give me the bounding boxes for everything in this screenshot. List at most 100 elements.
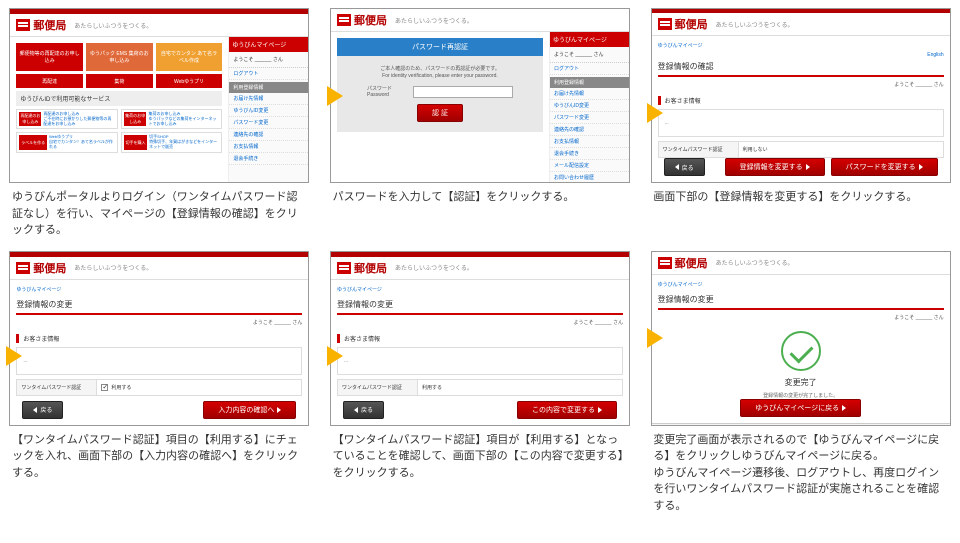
caption-2: パスワードを入力して【認証】をクリックする。	[329, 189, 632, 206]
site-name: 郵便局	[33, 17, 66, 33]
arrow-icon	[327, 346, 343, 366]
caption-1: ゆうびんポータルよりログイン（ワンタイムパスワード認証なし）を行い、マイページの…	[8, 189, 311, 239]
change-info-button[interactable]: 登録情報を変更する	[725, 158, 825, 176]
sidebar-link[interactable]: お支払情報	[550, 136, 629, 148]
submit-change-button[interactable]: この内容で変更する	[517, 401, 617, 419]
arrow-icon	[327, 86, 343, 106]
caption-5: 【ワンタイムパスワード認証】項目が【利用する】となっていることを確認して、画面下…	[329, 432, 632, 482]
arrow-icon	[647, 103, 663, 123]
service-item[interactable]: 再配達のお申し込み再配達のお申し込みご不在時にお預かりした郵便物等の再配達をお申…	[16, 109, 118, 129]
breadcrumb[interactable]: ゆうびんマイページ	[16, 286, 302, 293]
done-title: 変更完了	[658, 377, 944, 388]
otp-label: ワンタイムパスワード認証	[338, 380, 418, 395]
step-2: 郵便局 あたらしいふつうをつくる。 パスワード再認証 ご本人確認のため、パスワー…	[329, 8, 632, 239]
footer: 日本郵便株式会社 Copyright (c) JAPAN POST Co.,Lt…	[652, 423, 950, 426]
back-button[interactable]: 戻る	[22, 401, 63, 419]
step-3: 郵便局 あたらしいふつうをつくる。 ゆうびんマイページ English 登録情報…	[649, 8, 952, 239]
logout-link[interactable]: ログアウト	[550, 63, 629, 75]
auth-button[interactable]: 認 証	[417, 104, 463, 122]
page-title: 登録情報の確認	[658, 58, 944, 77]
sidebar-link[interactable]: パスワード変更	[550, 112, 629, 124]
jp-mark-icon	[658, 18, 672, 30]
sidebar-link[interactable]: お問い合わせ履歴	[550, 172, 629, 183]
sidebar-link[interactable]: パスワード変更	[229, 117, 308, 129]
service-item[interactable]: ラベルを作るWebゆうプリ自宅でカンタン！あて名ラベルが作れる	[16, 132, 118, 152]
user-greeting: ようこそ ______ さん	[337, 319, 623, 326]
user-greeting: ようこそ ______ さん	[16, 319, 302, 326]
back-button[interactable]: 戻る	[664, 158, 705, 176]
user-greeting: ようこそ ______ さん	[658, 314, 944, 321]
step-4: 郵便局 あたらしいふつうをつくる。 ゆうびんマイページ 登録情報の変更 ようこそ…	[8, 251, 311, 515]
page-title: 登録情報の変更	[658, 291, 944, 310]
screenshot-2: 郵便局 あたらしいふつうをつくる。 パスワード再認証 ご本人確認のため、パスワー…	[330, 8, 630, 183]
arrow-icon	[6, 346, 22, 366]
sidebar-link[interactable]: お支払情報	[229, 141, 308, 153]
page-title: 登録情報の変更	[16, 296, 302, 315]
logout-link[interactable]: ログアウト	[229, 68, 308, 80]
section-heading: お客さま情報	[337, 334, 623, 343]
screenshot-6: 郵便局 あたらしいふつうをつくる。 ゆうびんマイページ 登録情報の変更 ようこそ…	[651, 251, 951, 426]
otp-checkbox-label: 利用する	[111, 384, 131, 391]
back-to-mypage-button[interactable]: ゆうびんマイページに戻る	[740, 399, 861, 417]
blue-heading: パスワード再認証	[337, 38, 543, 56]
breadcrumb[interactable]: ゆうびんマイページ	[658, 281, 944, 288]
step-grid: 郵便局 あたらしいふつうをつくる。 郵便物等の再配達のお申し込み ゆうパック E…	[0, 0, 960, 522]
sidebar-title: ゆうびんマイページ	[229, 37, 308, 52]
sidebar-link[interactable]: お届け先情報	[550, 88, 629, 100]
tile-webyupri-s[interactable]: Webゆうプリ	[156, 74, 223, 88]
otp-label: ワンタイムパスワード認証	[17, 380, 97, 395]
user-greeting: ようこそ ______ さん	[658, 81, 944, 88]
info-placeholder: ...	[16, 347, 302, 375]
confirm-input-button[interactable]: 入力内容の確認へ	[203, 401, 296, 419]
password-input[interactable]	[413, 86, 513, 98]
done-message: 登録情報の変更が完了しました。	[658, 392, 944, 399]
tile-label[interactable]: 自宅でカンタン あて名ラベル作成	[156, 43, 223, 71]
info-placeholder: ...	[337, 347, 623, 375]
screenshot-1: 郵便局 あたらしいふつうをつくる。 郵便物等の再配達のお申し込み ゆうパック E…	[9, 8, 309, 183]
back-button[interactable]: 戻る	[343, 401, 384, 419]
jp-mark-icon	[337, 262, 351, 274]
sidebar-link[interactable]: 連絡先の確認	[229, 129, 308, 141]
sidebar-link[interactable]: ゆうびんID変更	[550, 100, 629, 112]
step-6: 郵便局 あたらしいふつうをつくる。 ゆうびんマイページ 登録情報の変更 ようこそ…	[649, 251, 952, 515]
sidebar-link[interactable]: 退会手続き	[550, 148, 629, 160]
section-heading: お客さま情報	[16, 334, 302, 343]
otp-label: ワンタイムパスワード認証	[659, 142, 739, 157]
info-placeholder: ...	[658, 109, 944, 137]
tile-pickup[interactable]: ゆうパック EMS 集荷のお申し込み	[86, 43, 153, 71]
screenshot-5: 郵便局 あたらしいふつうをつくる。 ゆうびんマイページ 登録情報の変更 ようこそ…	[330, 251, 630, 426]
otp-value: 利用しない	[739, 142, 943, 157]
sidebar-link[interactable]: 連絡先の確認	[550, 124, 629, 136]
screenshot-4: 郵便局 あたらしいふつうをつくる。 ゆうびんマイページ 登録情報の変更 ようこそ…	[9, 251, 309, 426]
otp-value: 利用する	[418, 380, 622, 395]
breadcrumb[interactable]: ゆうびんマイページ	[337, 286, 623, 293]
services-heading: ゆうびんIDで利用可能なサービス	[16, 91, 222, 106]
service-item[interactable]: 切手を購入切手SHOP特殊切手、年賀はがきなどをインターネットで販売	[121, 132, 223, 152]
arrow-icon	[647, 328, 663, 348]
otp-use-checkbox[interactable]	[101, 384, 108, 391]
caption-6: 変更完了画面が表示されるので【ゆうびんマイページに戻る】をクリックしゆうびんマイ…	[649, 432, 952, 515]
tile-redelivery-s[interactable]: 再配達	[16, 74, 83, 88]
breadcrumb[interactable]: ゆうびんマイページ	[658, 42, 944, 49]
page-title: 登録情報の変更	[337, 296, 623, 315]
sidebar-link[interactable]: ゆうびんID変更	[229, 105, 308, 117]
tile-pickup-s[interactable]: 集荷	[86, 74, 153, 88]
sidebar-link[interactable]: メール配信設定	[550, 160, 629, 172]
sidebar: ゆうびんマイページ ようこそ ______ さん ログアウト 利用登録情報 お届…	[228, 37, 308, 182]
jp-mark-icon	[16, 19, 30, 31]
sidebar-link[interactable]: お届け先情報	[229, 93, 308, 105]
service-item[interactable]: 集荷のお申し込み集荷のお申し込みゆうパックなどの集荷をインターネットでお申し込み	[121, 109, 223, 129]
jp-logo: 郵便局	[16, 17, 66, 33]
jp-mark-icon	[658, 257, 672, 269]
auth-message: ご本人確認のため、パスワードの再認証が必要です。For identity ver…	[357, 66, 523, 79]
screenshot-3: 郵便局 あたらしいふつうをつくる。 ゆうびんマイページ English 登録情報…	[651, 8, 951, 183]
jp-mark-icon	[337, 14, 351, 26]
change-password-button[interactable]: パスワードを変更する	[831, 158, 938, 176]
tile-redelivery[interactable]: 郵便物等の再配達のお申し込み	[16, 43, 83, 71]
sidebar-subhead: 利用登録情報	[229, 82, 308, 93]
otp-row: ワンタイムパスワード認証 利用しない	[658, 141, 944, 158]
tagline: あたらしいふつうをつくる。	[74, 21, 152, 30]
success-check-icon	[781, 331, 821, 371]
sidebar-link[interactable]: 退会手続き	[229, 153, 308, 165]
step-1: 郵便局 あたらしいふつうをつくる。 郵便物等の再配達のお申し込み ゆうパック E…	[8, 8, 311, 239]
